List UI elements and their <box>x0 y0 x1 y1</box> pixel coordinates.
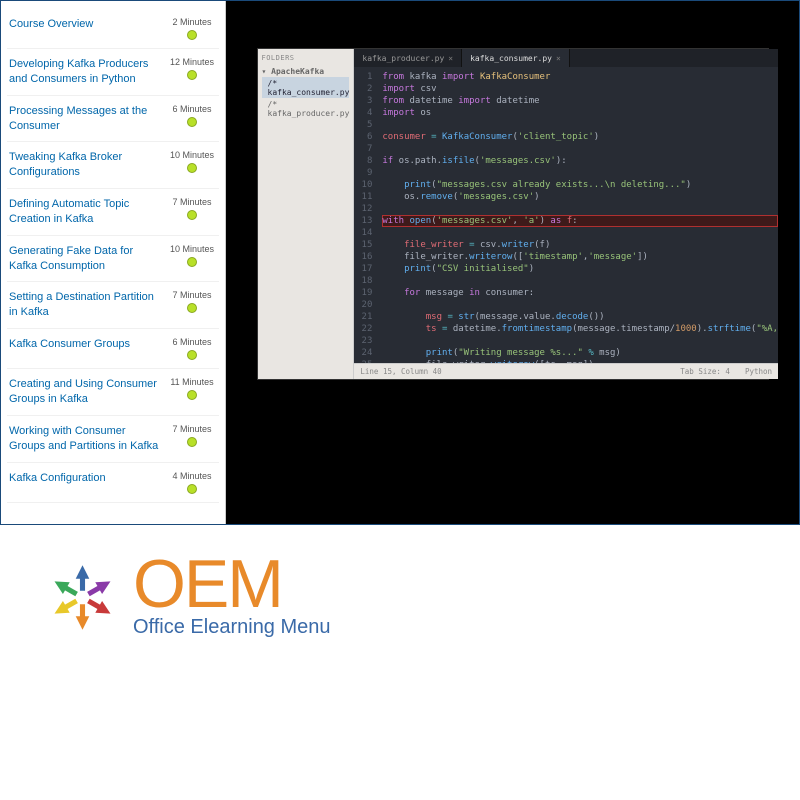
course-item[interactable]: Generating Fake Data for Kafka Consumpti… <box>7 236 219 283</box>
folder-tree: ▾ ApacheKafka /* kafka_consumer.py /* ka… <box>262 65 350 119</box>
course-item[interactable]: Creating and Using Consumer Groups in Ka… <box>7 369 219 416</box>
course-duration: 7 Minutes <box>172 424 211 434</box>
close-icon[interactable]: × <box>448 54 453 63</box>
course-duration: 10 Minutes <box>170 150 214 160</box>
folder-panel: FOLDERS ▾ ApacheKafka /* kafka_consumer.… <box>258 49 355 379</box>
status-dot-icon <box>187 30 197 40</box>
status-cursor: Line 15, Column 40 <box>360 367 441 376</box>
editor-statusbar: Line 15, Column 40 Tab Size: 4 Python <box>354 363 778 379</box>
status-dot-icon <box>187 437 197 447</box>
main-area: Course Overview 2 Minutes Developing Kafk… <box>0 0 800 525</box>
status-dot-icon <box>187 350 197 360</box>
status-lang[interactable]: Python <box>745 367 772 376</box>
course-duration: 7 Minutes <box>172 290 211 300</box>
course-title[interactable]: Processing Messages at the Consumer <box>9 104 159 134</box>
video-area: FOLDERS ▾ ApacheKafka /* kafka_consumer.… <box>226 1 799 524</box>
arrows-circle-icon <box>40 555 125 640</box>
status-dot-icon <box>187 210 197 220</box>
logo-area: OEM Office Elearning Menu <box>0 525 800 800</box>
editor-tabs: kafka_producer.py× kafka_consumer.py× <box>354 49 778 67</box>
course-title[interactable]: Kafka Configuration <box>9 471 106 486</box>
course-item[interactable]: Kafka Consumer Groups 6 Minutes <box>7 329 219 369</box>
oem-logo: OEM Office Elearning Menu <box>40 555 331 640</box>
close-icon[interactable]: × <box>556 54 561 63</box>
file-item[interactable]: /* kafka_producer.py <box>262 98 350 119</box>
file-item[interactable]: /* kafka_consumer.py <box>262 77 350 98</box>
folders-header: FOLDERS <box>262 54 350 62</box>
course-title[interactable]: Setting a Destination Partition in Kafka <box>9 290 159 320</box>
status-dot-icon <box>187 390 197 400</box>
course-title[interactable]: Generating Fake Data for Kafka Consumpti… <box>9 244 159 274</box>
logo-title: OEM <box>133 556 331 614</box>
course-title[interactable]: Creating and Using Consumer Groups in Ka… <box>9 377 159 407</box>
status-dot-icon <box>187 70 197 80</box>
course-duration: 7 Minutes <box>172 197 211 207</box>
course-item[interactable]: Course Overview 2 Minutes <box>7 9 219 49</box>
course-duration: 4 Minutes <box>172 471 211 481</box>
code-content[interactable]: from kafka import KafkaConsumerimport cs… <box>376 67 778 363</box>
course-duration: 2 Minutes <box>172 17 211 27</box>
course-title[interactable]: Course Overview <box>9 17 93 32</box>
editor-tab[interactable]: kafka_consumer.py× <box>462 49 570 67</box>
logo-text: OEM Office Elearning Menu <box>133 556 331 639</box>
logo-subtitle: Office Elearning Menu <box>133 616 331 639</box>
course-title[interactable]: Tweaking Kafka Broker Configurations <box>9 150 159 180</box>
status-dot-icon <box>187 303 197 313</box>
course-duration: 6 Minutes <box>172 104 211 114</box>
code-wrap: kafka_producer.py× kafka_consumer.py× 12… <box>354 49 778 379</box>
course-item[interactable]: Working with Consumer Groups and Partiti… <box>7 416 219 463</box>
status-dot-icon <box>187 484 197 494</box>
course-item[interactable]: Defining Automatic Topic Creation in Kaf… <box>7 189 219 236</box>
course-duration: 12 Minutes <box>170 57 214 67</box>
course-item[interactable]: Processing Messages at the Consumer 6 Min… <box>7 96 219 143</box>
course-item[interactable]: Tweaking Kafka Broker Configurations 10 M… <box>7 142 219 189</box>
course-duration: 6 Minutes <box>172 337 211 347</box>
course-title[interactable]: Working with Consumer Groups and Partiti… <box>9 424 159 454</box>
status-dot-icon <box>187 257 197 267</box>
course-sidebar: Course Overview 2 Minutes Developing Kafk… <box>1 1 226 524</box>
status-dot-icon <box>187 163 197 173</box>
app-root: Course Overview 2 Minutes Developing Kafk… <box>0 0 800 800</box>
status-dot-icon <box>187 117 197 127</box>
line-gutter: 1234567891011121314151617181920212223242… <box>354 67 376 363</box>
course-item[interactable]: Kafka Configuration 4 Minutes <box>7 463 219 503</box>
course-title[interactable]: Defining Automatic Topic Creation in Kaf… <box>9 197 159 227</box>
course-title[interactable]: Kafka Consumer Groups <box>9 337 130 352</box>
folder-root[interactable]: ▾ ApacheKafka <box>262 65 350 77</box>
course-title[interactable]: Developing Kafka Producers and Consumers… <box>9 57 159 87</box>
course-duration: 11 Minutes <box>170 377 213 387</box>
code-editor: FOLDERS ▾ ApacheKafka /* kafka_consumer.… <box>258 49 768 379</box>
code-body[interactable]: 1234567891011121314151617181920212223242… <box>354 67 778 363</box>
course-item[interactable]: Setting a Destination Partition in Kafka… <box>7 282 219 329</box>
status-tabsize[interactable]: Tab Size: 4 <box>680 367 730 376</box>
editor-tab[interactable]: kafka_producer.py× <box>354 49 462 67</box>
course-item[interactable]: Developing Kafka Producers and Consumers… <box>7 49 219 96</box>
course-duration: 10 Minutes <box>170 244 214 254</box>
